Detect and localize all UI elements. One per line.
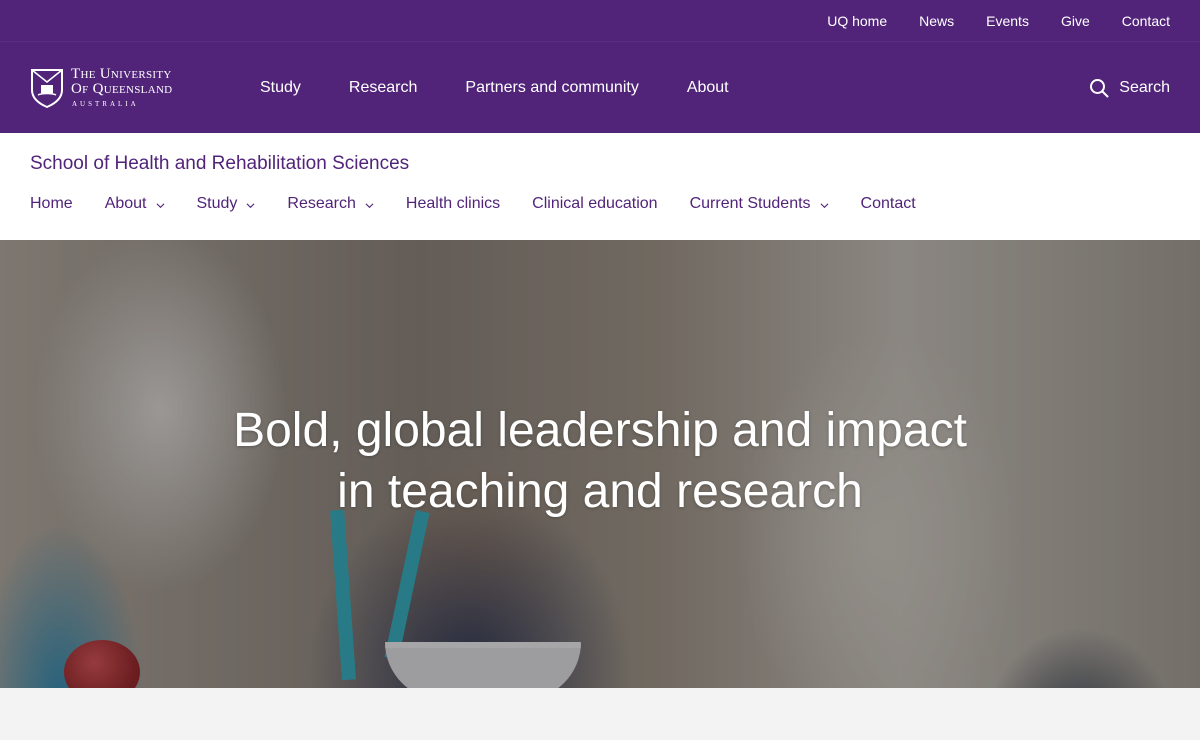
utility-link-uq-home[interactable]: UQ home [827,13,887,29]
chevron-down-icon [365,202,374,208]
content-area [0,688,1200,740]
local-nav-about[interactable]: About [105,195,165,213]
utility-link-contact[interactable]: Contact [1122,13,1170,29]
local-nav-current-students[interactable]: Current Students [690,195,829,213]
local-nav-label: Current Students [689,195,811,212]
utility-link-news[interactable]: News [919,13,954,29]
utility-link-events[interactable]: Events [986,13,1029,29]
utility-link-give[interactable]: Give [1061,13,1090,29]
search-button[interactable]: Search [1089,78,1170,98]
site-title[interactable]: School of Health and Rehabilitation Scie… [30,153,409,175]
local-nav-label: Research [287,195,356,212]
main-nav: Study Research Partners and community Ab… [260,79,777,97]
local-nav-label: Study [196,195,238,212]
local-nav-label: Home [30,195,73,212]
main-nav-about[interactable]: About [687,79,729,97]
hero-banner: Bold, global leadership and impact in te… [0,240,1200,688]
chevron-down-icon [156,202,164,208]
local-nav-contact[interactable]: Contact [861,195,916,213]
local-nav-label: Health clinics [405,195,501,212]
main-nav-research[interactable]: Research [349,79,417,97]
local-nav-study[interactable]: Study [197,195,256,213]
local-nav-label: Contact [860,195,916,212]
search-icon [1090,78,1109,97]
logo-wordmark: The University Of Queensland AUSTRALIA [71,65,173,109]
local-nav-clinical-education[interactable]: Clinical education [532,195,657,213]
chevron-down-icon [246,202,255,208]
logo-line-1: The University [71,65,172,82]
local-header: School of Health and Rehabilitation Scie… [0,133,1200,240]
main-nav-partners-and-community[interactable]: Partners and community [465,79,638,97]
hero-heading-line-2: in teaching and research [337,465,863,518]
local-nav-research[interactable]: Research [287,195,374,213]
uq-crest-icon [31,68,63,108]
logo-line-3: AUSTRALIA [72,100,139,109]
logo-line-2: Of Queensland [71,81,173,98]
hero-heading-line-1: Bold, global leadership and impact [233,404,967,457]
local-nav-health-clinics[interactable]: Health clinics [406,195,500,213]
utility-bar: UQ home News Events Give Contact [0,0,1200,41]
local-nav-label: About [104,195,147,212]
local-nav: Home About Study Research Health clinics… [30,195,1170,213]
uq-logo[interactable]: The University Of Queensland AUSTRALIA [30,65,230,109]
local-nav-home[interactable]: Home [30,195,73,213]
search-label: Search [1119,78,1170,96]
main-nav-study[interactable]: Study [260,79,301,97]
hero-heading: Bold, global leadership and impact in te… [0,400,1200,522]
main-header: The University Of Queensland AUSTRALIA S… [0,41,1200,133]
chevron-down-icon [820,202,829,208]
local-nav-label: Clinical education [532,195,658,212]
